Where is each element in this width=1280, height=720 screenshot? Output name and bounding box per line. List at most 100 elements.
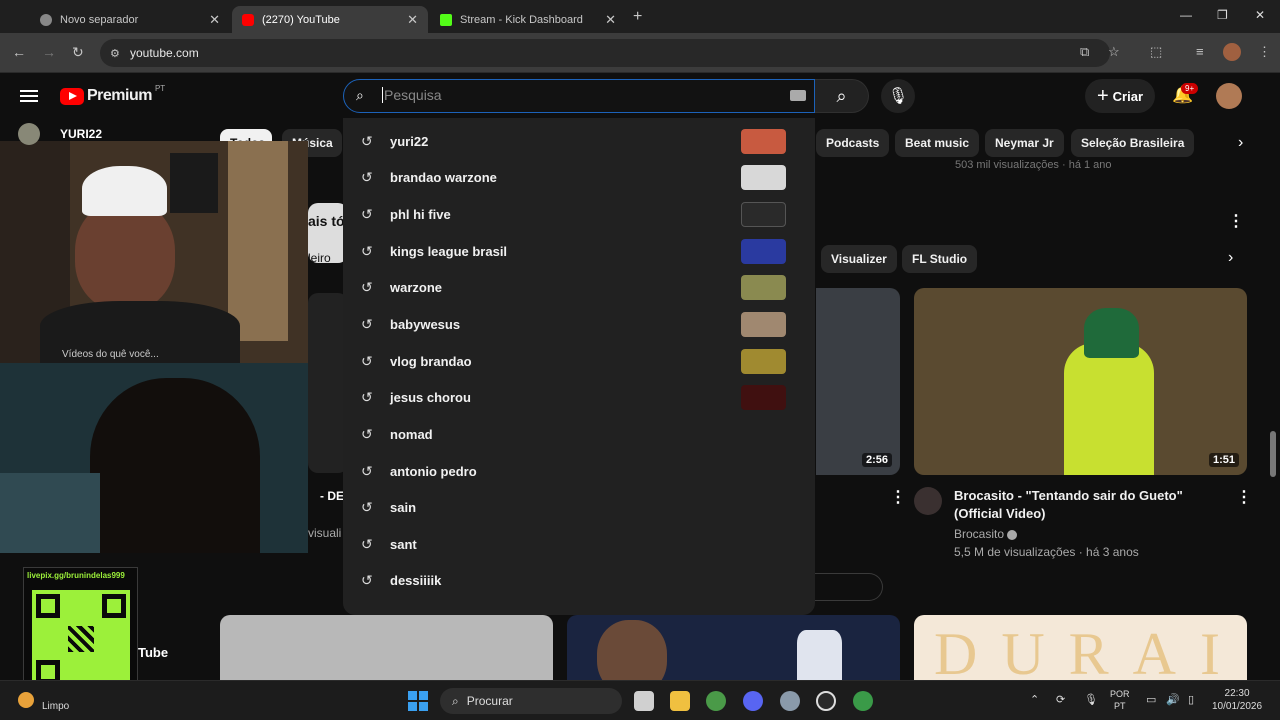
- tab-novo-separador[interactable]: Novo separador ✕: [30, 6, 230, 33]
- network-icon[interactable]: ▭: [1146, 693, 1156, 706]
- video-duration: 1:51: [1208, 453, 1239, 467]
- chrome-active-icon[interactable]: [853, 691, 873, 711]
- channel-overlay-name: YURI22: [60, 127, 103, 141]
- windows-start-icon[interactable]: [408, 691, 428, 711]
- taskbar-search[interactable]: ⌕ Procurar: [440, 688, 622, 714]
- close-icon[interactable]: ✕: [407, 12, 418, 28]
- suggestion-item[interactable]: ↺ brandao warzone: [343, 159, 815, 195]
- suggestion-item[interactable]: ↺ sain: [343, 489, 815, 525]
- suggestion-item[interactable]: ↺ kings league brasil: [343, 233, 815, 269]
- file-explorer-icon[interactable]: [670, 691, 690, 711]
- chip-fl-studio[interactable]: FL Studio: [902, 245, 978, 273]
- tray-app-icon[interactable]: ⟳: [1056, 693, 1065, 706]
- more-options-icon[interactable]: ⋮: [890, 487, 906, 507]
- close-window-icon[interactable]: ✕: [1255, 8, 1265, 22]
- weather-icon[interactable]: [18, 692, 34, 708]
- history-icon: ↺: [361, 498, 373, 515]
- video-thumbnail[interactable]: [220, 615, 553, 680]
- new-tab-button[interactable]: +: [633, 8, 642, 26]
- region-code: PT: [154, 83, 166, 93]
- qr-data-modules: [68, 626, 94, 652]
- video-thumbnail[interactable]: [308, 293, 348, 473]
- suggestion-item[interactable]: ↺ dessiiiik: [343, 562, 815, 598]
- video-thumbnail[interactable]: DURAI: [914, 615, 1247, 680]
- search-input[interactable]: [382, 87, 782, 103]
- microphone-tray-icon[interactable]: 🎙: [1084, 693, 1098, 706]
- volume-icon[interactable]: 🔊: [1166, 693, 1180, 706]
- youtube-play-icon: [60, 87, 84, 105]
- video-thumbnail[interactable]: [567, 615, 900, 680]
- streamer-face: [75, 201, 175, 311]
- suggestion-item[interactable]: ↺ phl hi five: [343, 196, 815, 232]
- video-title[interactable]: Brocasito - "Tentando sair do Gueto" (Of…: [954, 487, 1229, 523]
- settings-icon[interactable]: [780, 691, 800, 711]
- suggestion-item[interactable]: ↺ warzone: [343, 269, 815, 305]
- bookmark-star-icon[interactable]: ☆: [1108, 44, 1120, 60]
- back-icon[interactable]: ←: [12, 44, 26, 60]
- channel-avatar: [18, 123, 40, 145]
- channel-avatar[interactable]: [914, 487, 942, 515]
- menu-icon[interactable]: [20, 87, 38, 105]
- system-clock[interactable]: 22:30 10/01/2026: [1212, 687, 1262, 713]
- suggestion-item[interactable]: ↺ antonio pedro: [343, 453, 815, 489]
- suggestion-item[interactable]: ↺ yuri22: [343, 123, 815, 159]
- video-meta: 503 mil visualizações · há 1 ano: [955, 159, 1112, 171]
- install-app-icon[interactable]: ⧉: [1080, 44, 1089, 60]
- address-bar[interactable]: ⚙ youtube.com: [100, 39, 1110, 67]
- close-icon[interactable]: ✕: [605, 12, 616, 28]
- search-suggestions-dropdown: ↺ yuri22 ↺ brandao warzone ↺ phl hi five…: [343, 118, 815, 615]
- video-thumbnail[interactable]: 2:56: [816, 288, 900, 475]
- close-icon[interactable]: ✕: [209, 12, 220, 28]
- history-icon: ↺: [361, 388, 373, 405]
- battery-icon[interactable]: ▯: [1188, 693, 1194, 706]
- suggestion-item[interactable]: ↺ sant: [343, 526, 815, 562]
- language-indicator[interactable]: POR PT: [1110, 688, 1130, 712]
- browser-menu-icon[interactable]: ⋮: [1258, 44, 1271, 60]
- more-options-icon[interactable]: ⋮: [1228, 211, 1244, 231]
- show-more-divider: [815, 573, 883, 601]
- chevron-right-icon[interactable]: ›: [1238, 134, 1243, 152]
- suggestion-thumbnail: [741, 164, 786, 190]
- suggestion-item[interactable]: ↺ jesus chorou: [343, 379, 815, 415]
- suggestion-item[interactable]: ↺ nomad: [343, 416, 815, 452]
- chrome-icon[interactable]: [706, 691, 726, 711]
- tab-kick-dashboard[interactable]: Stream - Kick Dashboard ✕: [430, 6, 626, 33]
- webcam-streamer: [0, 141, 308, 363]
- chip-podcasts[interactable]: Podcasts: [816, 129, 890, 157]
- channel-name[interactable]: Brocasito: [954, 527, 1018, 541]
- suggestion-item[interactable]: ↺ babywesus: [343, 306, 815, 342]
- create-button[interactable]: + Criar: [1085, 79, 1155, 113]
- keyboard-icon[interactable]: [790, 90, 806, 101]
- discord-icon[interactable]: [743, 691, 763, 711]
- chip-neymar-jr[interactable]: Neymar Jr: [985, 129, 1064, 157]
- more-options-icon[interactable]: ⋮: [1236, 487, 1252, 507]
- suggestion-thumbnail: [741, 384, 786, 410]
- thumbnail-figure: [1064, 343, 1154, 475]
- youtube-logo[interactable]: Premium PT: [60, 83, 166, 105]
- kick-icon: [440, 13, 452, 26]
- site-info-icon[interactable]: ⚙: [110, 47, 120, 60]
- obs-icon[interactable]: [816, 691, 836, 711]
- browser-profile-avatar[interactable]: [1223, 43, 1241, 61]
- microphone-icon[interactable]: 🎙: [881, 79, 915, 113]
- task-view-icon[interactable]: [634, 691, 654, 711]
- chip-selecao-brasileira[interactable]: Seleção Brasileira: [1071, 129, 1195, 157]
- extensions-icon[interactable]: ⬚: [1150, 44, 1162, 60]
- video-title-partial: ais tó: [308, 213, 345, 229]
- reload-icon[interactable]: ↻: [72, 44, 84, 61]
- chevron-right-icon[interactable]: ›: [1228, 249, 1233, 267]
- tab-youtube[interactable]: (2270) YouTube ✕: [232, 6, 428, 33]
- chip-visualizer[interactable]: Visualizer: [821, 245, 897, 273]
- minimize-icon[interactable]: —: [1180, 8, 1192, 22]
- search-button[interactable]: ⌕: [815, 79, 869, 113]
- video-thumbnail-brocasito[interactable]: 1:51: [914, 288, 1247, 475]
- history-icon: ↺: [361, 535, 373, 552]
- user-avatar[interactable]: [1216, 83, 1242, 109]
- media-control-icon[interactable]: ≡: [1196, 44, 1204, 59]
- page-scrollbar[interactable]: [1270, 431, 1276, 477]
- chip-beat-music[interactable]: Beat music: [895, 129, 980, 157]
- forward-icon[interactable]: →: [42, 44, 56, 60]
- suggestion-item[interactable]: ↺ vlog brandao: [343, 343, 815, 379]
- tray-expand-icon[interactable]: ⌃: [1030, 693, 1039, 706]
- maximize-icon[interactable]: ❐: [1217, 8, 1228, 22]
